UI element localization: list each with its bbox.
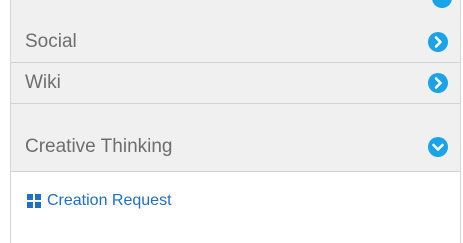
chevron-down-icon[interactable]	[428, 137, 448, 157]
chevron-right-icon[interactable]	[428, 73, 448, 93]
accordion-item-label: Social	[25, 31, 77, 52]
grid-icon	[27, 194, 41, 208]
accordion-item-creative-thinking[interactable]: Creative Thinking	[11, 104, 460, 172]
accordion-item-partial[interactable]	[11, 0, 460, 23]
accordion-expanded-content: Creation Request	[11, 172, 460, 243]
creation-request-link[interactable]: Creation Request	[27, 192, 172, 210]
accordion-item-label: Wiki	[25, 72, 61, 93]
link-label[interactable]: Creation Request	[47, 192, 172, 210]
chevron-right-icon[interactable]	[428, 32, 448, 52]
accordion-item-wiki[interactable]: Wiki	[11, 63, 460, 104]
accordion-item-label: Creative Thinking	[25, 136, 173, 157]
accordion-panel: Social Wiki Creative Thinking Creation R…	[10, 0, 461, 243]
accordion-item-social[interactable]: Social	[11, 22, 460, 63]
chevron-icon[interactable]	[432, 0, 452, 8]
